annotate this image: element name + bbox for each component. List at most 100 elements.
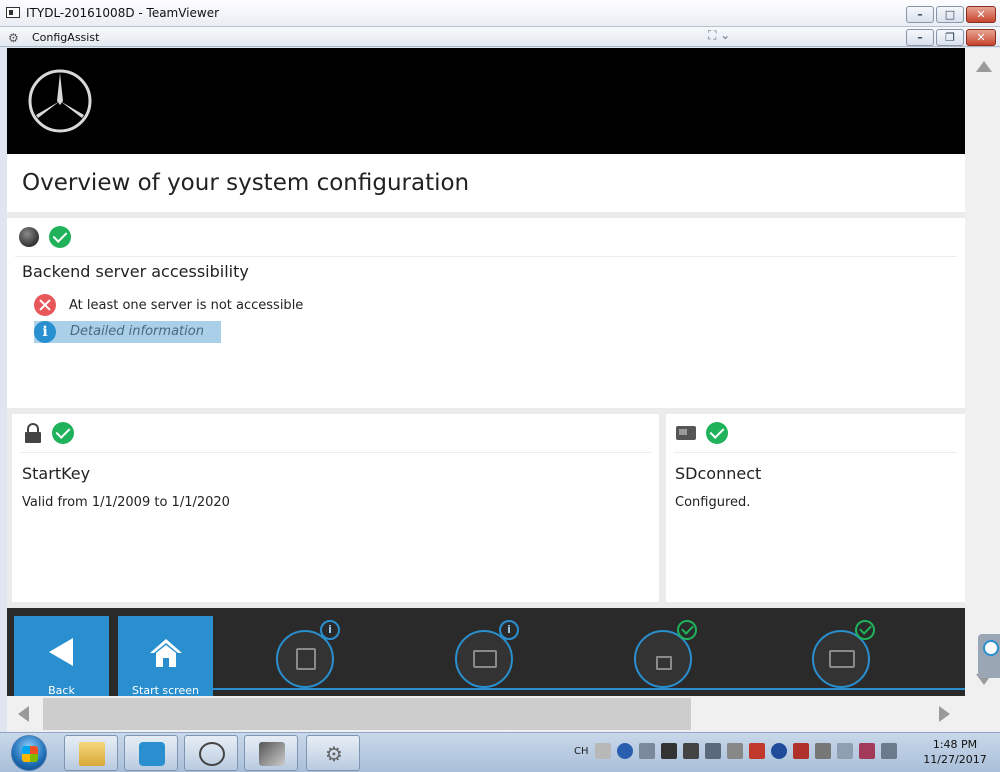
outer-minimize-button[interactable]: – [906, 6, 934, 23]
page-title: Overview of your system configuration [22, 170, 470, 196]
step-progress-line [212, 688, 965, 690]
horizontal-scrollbar[interactable] [7, 696, 965, 732]
configassist-title-bar: ⚙ ConfigAssist ⛶ ⌄ – ❐ ✕ [0, 27, 1000, 47]
xentry-icon [259, 742, 285, 766]
taskbar-clock[interactable]: 1:48 PM 11/27/2017 [920, 737, 990, 767]
device-icon [829, 650, 855, 668]
start-button[interactable] [11, 735, 47, 771]
taskbar-explorer[interactable] [64, 735, 118, 771]
info-circle-icon: i [34, 321, 56, 343]
detailed-information-label: Detailed information [70, 324, 204, 339]
check-badge-icon [855, 620, 875, 640]
signal-icon[interactable] [880, 743, 897, 759]
divider [674, 452, 957, 453]
teamviewer-toolbar-toggle[interactable]: ⛶ ⌄ [708, 28, 758, 44]
backend-status-text: At least one server is not accessible [69, 297, 304, 313]
back-button[interactable]: Back [14, 616, 109, 696]
detailed-information-button[interactable]: i Detailed information [34, 321, 221, 343]
clock-time: 1:48 PM [932, 738, 978, 751]
tray-red-icon[interactable] [792, 743, 809, 759]
bluetooth-icon[interactable] [770, 743, 787, 759]
home-icon [150, 639, 182, 667]
sdconnect-icon-row [676, 422, 728, 444]
globe-icon [19, 227, 39, 247]
inner-close-button[interactable]: ✕ [966, 29, 996, 46]
startkey-icon-row [24, 422, 74, 444]
volume-icon[interactable] [836, 743, 853, 759]
outer-close-button[interactable]: ✕ [966, 6, 996, 23]
vertical-scrollbar[interactable] [965, 48, 1000, 696]
tray-device-icon[interactable] [814, 743, 831, 759]
monitor-icon [473, 650, 497, 668]
divider [15, 256, 957, 257]
info-badge-icon: i [499, 620, 519, 640]
system-tray: CH [574, 743, 897, 759]
mercedes-star-icon [199, 742, 225, 766]
taskbar-xentry[interactable] [244, 735, 298, 771]
teamviewer-window-icon [6, 7, 20, 18]
startkey-detail: Valid from 1/1/2009 to 1/1/2020 [22, 495, 230, 510]
window-title: ITYDL-20161008D - TeamViewer [26, 6, 220, 20]
x-circle-icon [34, 294, 56, 316]
device-icon [676, 426, 696, 440]
tray-status-icon[interactable] [704, 743, 721, 759]
startkey-heading: StartKey [22, 464, 91, 483]
language-indicator[interactable]: CH [574, 746, 589, 757]
horizontal-scroll-thumb[interactable] [43, 698, 691, 730]
teamviewer-icon [139, 742, 165, 766]
backend-status: At least one server is not accessible [34, 294, 303, 316]
keyboard-icon[interactable] [594, 743, 611, 759]
check-circle-icon [706, 422, 728, 444]
lock-icon [24, 423, 42, 443]
folder-icon [79, 742, 105, 766]
start-screen-button[interactable]: Start screen [118, 616, 213, 696]
clock-date: 11/27/2017 [923, 753, 987, 766]
mercedes-star-icon [28, 69, 92, 133]
divider [20, 452, 651, 453]
check-circle-icon [52, 422, 74, 444]
app-content: Overview of your system configuration Ba… [7, 48, 965, 696]
inner-minimize-button[interactable]: – [906, 29, 934, 46]
footer-toolbar: Back Start screen i i [7, 608, 965, 696]
scroll-up-arrow-icon[interactable] [976, 61, 992, 72]
tray-tool-icon[interactable] [682, 743, 699, 759]
taskbar-mercedes[interactable] [184, 735, 238, 771]
header-banner [7, 48, 965, 154]
inner-restore-button[interactable]: ❐ [936, 29, 964, 46]
inner-window-title: ConfigAssist [32, 31, 100, 44]
tray-sync-icon[interactable] [726, 743, 743, 759]
configassist-gear-icon: ⚙ [8, 31, 19, 45]
page-title-bar: Overview of your system configuration [7, 154, 965, 212]
windows-logo-icon [22, 746, 38, 762]
sdconnect-card: SDconnect Configured. [666, 414, 965, 602]
back-button-label: Back [48, 684, 75, 696]
network-icon[interactable] [638, 743, 655, 759]
help-icon[interactable] [616, 743, 633, 759]
backend-icon-row [19, 226, 71, 248]
info-badge-icon: i [320, 620, 340, 640]
teamviewer-title-bar: ITYDL-20161008D - TeamViewer – □ ✕ [0, 0, 1000, 27]
startkey-card: StartKey Valid from 1/1/2009 to 1/1/2020 [12, 414, 659, 602]
outer-window-controls: – □ ✕ [906, 6, 996, 23]
tray-app-icon[interactable] [660, 743, 677, 759]
sdconnect-detail: Configured. [675, 495, 751, 510]
taskbar: ⚙ CH 1:48 PM 11/27/2017 [0, 732, 1000, 772]
tray-alert-icon[interactable] [748, 743, 765, 759]
start-screen-button-label: Start screen [132, 684, 199, 696]
taskbar-teamviewer[interactable] [124, 735, 178, 771]
teamviewer-side-tab[interactable] [978, 634, 1000, 678]
inner-window-controls: – ❐ ✕ [906, 29, 996, 46]
scrollbar-corner [965, 696, 1000, 732]
document-icon [296, 648, 316, 670]
taskbar-configassist[interactable]: ⚙ [306, 735, 360, 771]
scroll-left-arrow-icon[interactable] [18, 706, 29, 722]
check-circle-icon [49, 226, 71, 248]
backend-heading: Backend server accessibility [22, 262, 249, 281]
tray-shield-icon[interactable] [858, 743, 875, 759]
scroll-right-arrow-icon[interactable] [939, 706, 950, 722]
back-arrow-icon [49, 638, 73, 666]
check-badge-icon [677, 620, 697, 640]
outer-maximize-button[interactable]: □ [936, 6, 964, 23]
sdconnect-heading: SDconnect [675, 464, 762, 483]
lock-icon [656, 656, 672, 670]
